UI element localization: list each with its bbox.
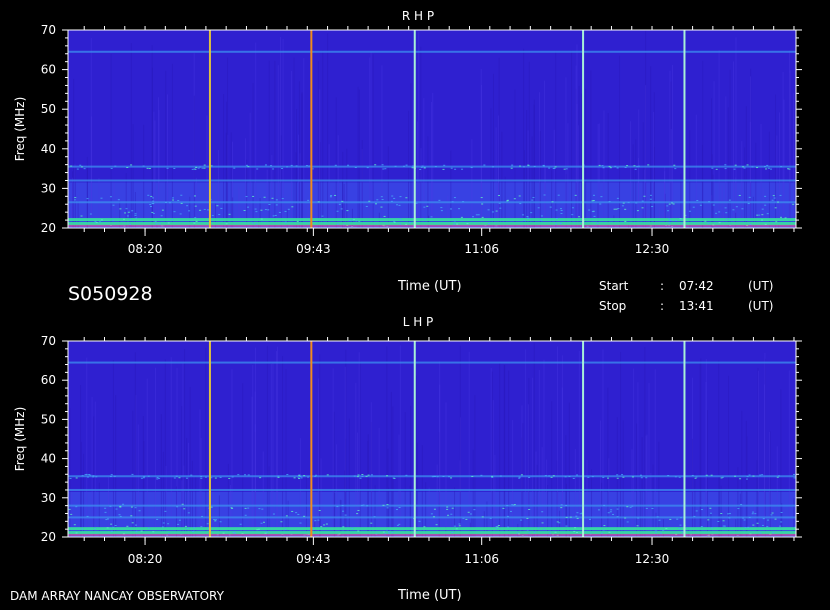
- y-tick-label-3: 50: [41, 102, 56, 116]
- y-tick-label-5: 70: [41, 23, 56, 37]
- stop-colon: :: [660, 299, 665, 313]
- x-tick-label-2: 11:06: [464, 242, 499, 256]
- x-tick-label-3: 12:30: [635, 242, 670, 256]
- y-tick-label-3: 50: [41, 412, 56, 426]
- band-0: [68, 222, 796, 226]
- start-time: 07:42: [679, 279, 714, 293]
- y-axis-label: Freq (MHz): [13, 407, 27, 472]
- start-label: Start: [599, 279, 629, 293]
- stop-unit: (UT): [748, 299, 774, 313]
- x-tick-label-1: 09:43: [296, 552, 331, 566]
- x-tick-label-2: 11:06: [464, 552, 499, 566]
- y-tick-label-0: 20: [41, 221, 56, 235]
- y-tick-label-2: 40: [41, 142, 56, 156]
- x-tick-label-3: 12:30: [635, 552, 670, 566]
- band-3: [68, 179, 796, 182]
- start-colon: :: [660, 279, 665, 293]
- panel-title: R H P: [402, 9, 434, 23]
- band-2: [68, 201, 796, 204]
- obs-id: S050928: [68, 283, 153, 305]
- panel-lhp: 20 30 40 50 60 70 08:20 09:43 11:06 12:30 L H P Fre…: [13, 315, 802, 566]
- y-tick-label-1: 30: [41, 491, 56, 505]
- band-4: [68, 488, 796, 491]
- panel-rhp: 20 30 40 50 60 70 08:20 09:43 11:06 12:30 R H P Fre…: [13, 9, 802, 256]
- x-tick-label-1: 09:43: [296, 242, 331, 256]
- stop-label: Stop: [599, 299, 627, 313]
- band-1: [68, 527, 796, 531]
- panel-title: L H P: [403, 315, 434, 329]
- band-1: [68, 218, 796, 222]
- stop-time: 13:41: [679, 299, 714, 313]
- mid-xlabel: Time (UT): [398, 279, 462, 294]
- y-tick-label-4: 60: [41, 373, 56, 387]
- y-tick-label-2: 40: [41, 452, 56, 466]
- band-2: [68, 516, 796, 519]
- observatory-label: DAM ARRAY NANCAY OBSERVATORY: [10, 589, 224, 603]
- x-tick-label-0: 08:20: [128, 242, 163, 256]
- start-unit: (UT): [748, 279, 774, 293]
- y-tick-label-4: 60: [41, 63, 56, 77]
- x-tick-label-0: 08:20: [128, 552, 163, 566]
- band-0: [68, 531, 796, 535]
- y-tick-label-5: 70: [41, 334, 56, 348]
- y-tick-label-1: 30: [41, 181, 56, 195]
- y-axis-label: Freq (MHz): [13, 97, 27, 162]
- band-4: [68, 165, 796, 168]
- band-5: [68, 50, 796, 53]
- y-tick-label-0: 20: [41, 530, 56, 544]
- bottom-xlabel: Time (UT): [398, 588, 462, 603]
- band-6: [68, 361, 796, 364]
